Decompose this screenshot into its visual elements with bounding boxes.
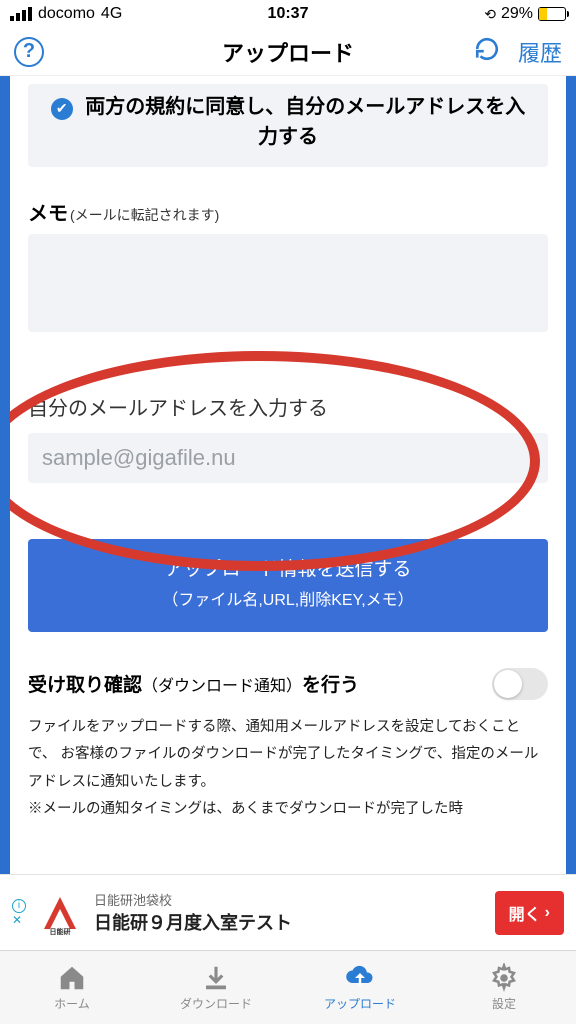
chevron-right-icon: › <box>545 904 550 922</box>
ad-banner[interactable]: i✕ 日能研 日能研池袋校 日能研９月度入室テスト 開く› <box>0 874 576 950</box>
orientation-lock-icon: ⟲ <box>484 6 496 23</box>
ad-title: 日能研９月度入室テスト <box>94 909 485 935</box>
network-label: 4G <box>101 5 122 23</box>
notify-toggle[interactable] <box>492 668 548 700</box>
memo-textarea[interactable] <box>28 234 548 332</box>
tab-home[interactable]: ホーム <box>0 951 144 1024</box>
svg-text:日能研: 日能研 <box>50 927 71 935</box>
submit-upload-button[interactable]: アップロード情報を送信する （ファイル名,URL,削除KEY,メモ） <box>28 539 548 632</box>
page-title: アップロード <box>222 36 354 68</box>
status-bar: docomo 4G 10:37 ⟲ 29% <box>0 0 576 28</box>
adchoices-icon[interactable]: i✕ <box>12 899 26 927</box>
agree-text: 両方の規約に同意し、自分のメールアドレスを入力する <box>85 96 525 148</box>
tab-download[interactable]: ダウンロード <box>144 951 288 1024</box>
battery-percent: 29% <box>501 5 533 23</box>
email-field[interactable] <box>28 433 548 483</box>
carrier-label: docomo <box>38 5 95 23</box>
clock: 10:37 <box>268 5 309 23</box>
reload-icon[interactable] <box>474 36 500 67</box>
ad-logo: 日能研 <box>36 889 84 937</box>
memo-label: メモ (メールに転記されます) <box>28 197 548 226</box>
content-scroll[interactable]: ✔ 両方の規約に同意し、自分のメールアドレスを入力する メモ (メールに転記され… <box>0 76 576 874</box>
nav-bar: ? アップロード 履歴 <box>0 28 576 76</box>
email-label: 自分のメールアドレスを入力する <box>28 392 548 421</box>
battery-icon <box>538 7 566 21</box>
ad-subtitle: 日能研池袋校 <box>94 890 485 909</box>
help-icon[interactable]: ? <box>14 37 44 67</box>
tab-bar: ホーム ダウンロード アップロード 設定 <box>0 950 576 1024</box>
history-link[interactable]: 履歴 <box>518 36 562 68</box>
agree-checkbox-row[interactable]: ✔ 両方の規約に同意し、自分のメールアドレスを入力する <box>28 84 548 167</box>
tab-upload[interactable]: アップロード <box>288 951 432 1024</box>
tab-settings[interactable]: 設定 <box>432 951 576 1024</box>
notify-label: 受け取り確認（ダウンロード通知）を行う <box>28 670 359 697</box>
notify-description: ファイルをアップロードする際、通知用メールアドレスを設定しておくことで、 お客様… <box>28 714 548 824</box>
signal-icon <box>10 7 32 21</box>
ad-cta-button[interactable]: 開く› <box>495 891 564 935</box>
check-icon: ✔ <box>51 98 73 120</box>
